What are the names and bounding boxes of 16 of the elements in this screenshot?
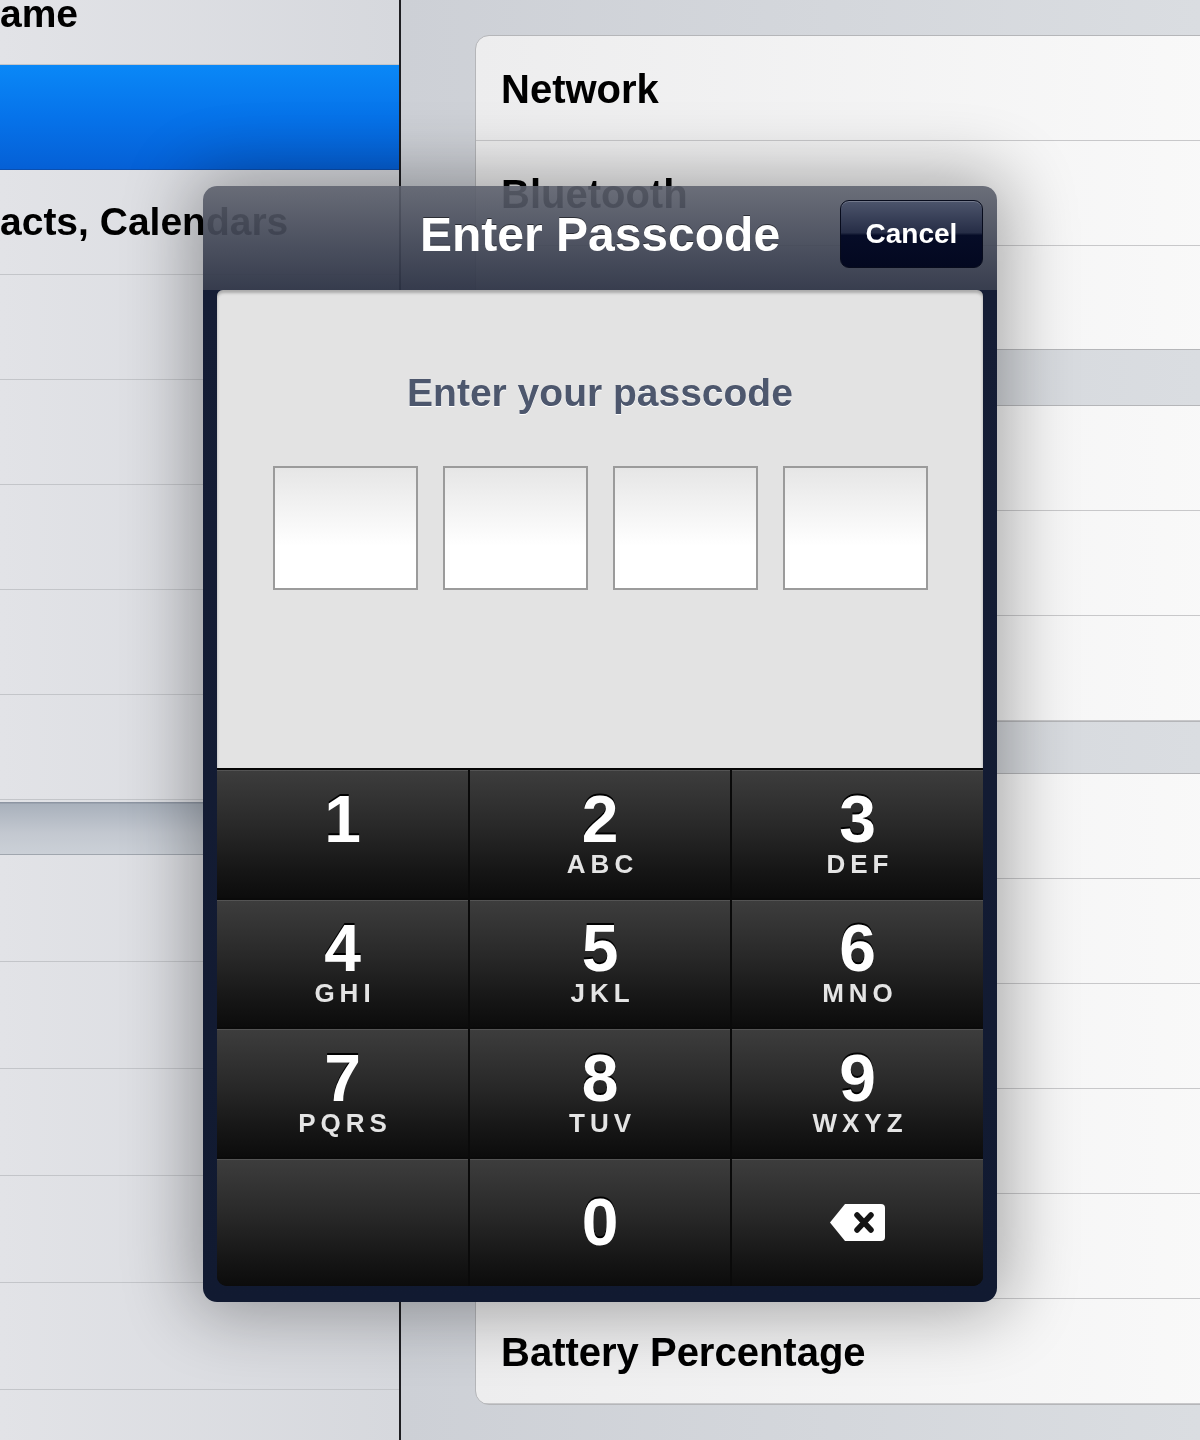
digit-field[interactable]: [272, 466, 418, 590]
settings-row-label: Battery Percentage: [501, 1329, 866, 1374]
digit-field[interactable]: [782, 466, 928, 590]
digit-field[interactable]: [442, 466, 588, 590]
passcode-prompt: Enter your passcode: [407, 370, 793, 415]
settings-row-label: Network: [501, 66, 659, 111]
delete-key[interactable]: [732, 1158, 983, 1286]
digit-field[interactable]: [612, 466, 758, 590]
backspace-icon: [830, 1203, 885, 1241]
keypad-key[interactable]: 1: [217, 770, 468, 898]
keypad-key[interactable]: 2 ABC: [470, 770, 730, 898]
dialog-title: Enter Passcode: [419, 215, 781, 261]
keypad-key[interactable]: 3 DEF: [732, 770, 983, 898]
cancel-button[interactable]: Cancel: [840, 200, 983, 268]
sidebar-item: ame: [0, 0, 79, 31]
keypad-key[interactable]: 0: [470, 1158, 730, 1286]
